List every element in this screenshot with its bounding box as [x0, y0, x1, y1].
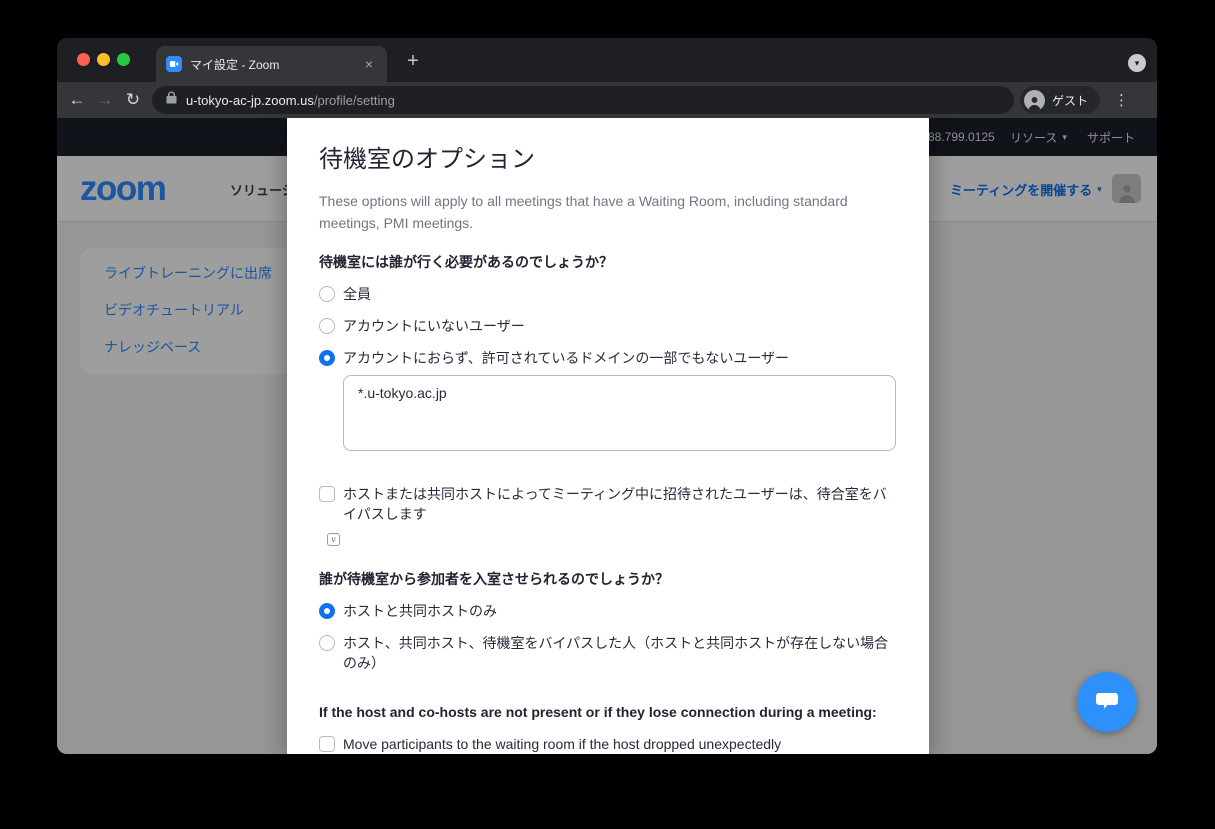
question-host-not-present: If the host and co-hosts are not present…: [319, 702, 896, 722]
broken-image-icon: v: [327, 533, 340, 546]
question-who-goes-to-waiting-room: 待機室には誰が行く必要があるのでしょうか？: [319, 252, 896, 272]
modal-description: These options will apply to all meetings…: [319, 190, 849, 234]
chat-widget-button[interactable]: [1077, 672, 1137, 732]
move-participants-checkbox-row[interactable]: Move participants to the waiting room if…: [319, 734, 896, 754]
url-host: u-tokyo-ac-jp.zoom.us: [186, 93, 314, 108]
chat-bubble-icon: [1093, 686, 1121, 719]
radio-option-users-not-in-allowed-domains[interactable]: アカウントにおらず、許可されているドメインの一部でもないユーザー: [319, 348, 896, 368]
allowed-domains-input[interactable]: *.u-tokyo.ac.jp: [343, 375, 896, 451]
close-window-button[interactable]: [77, 53, 90, 66]
tab-close-icon[interactable]: ×: [361, 55, 377, 73]
waiting-room-options-modal: 待機室のオプション These options will apply to al…: [287, 118, 929, 754]
radio-icon[interactable]: [319, 286, 335, 302]
guest-label: ゲスト: [1052, 92, 1088, 109]
radio-option-host-cohosts-bypassers[interactable]: ホスト、共同ホスト、待機室をバイパスした人（ホストと共同ホストが存在しない場合の…: [319, 633, 896, 673]
guest-avatar-icon: [1024, 90, 1045, 111]
url-path: /profile/setting: [314, 93, 395, 108]
checkbox-icon[interactable]: [319, 736, 335, 752]
radio-icon[interactable]: [319, 635, 335, 651]
browser-toolbar: ← → ↻ u-tokyo-ac-jp.zoom.us/profile/sett…: [57, 82, 1157, 118]
radio-option-users-not-in-account[interactable]: アカウントにいないユーザー: [319, 316, 896, 336]
reload-icon[interactable]: ↻: [119, 90, 147, 110]
radio-icon[interactable]: [319, 318, 335, 334]
browser-tab[interactable]: マイ設定 - Zoom ×: [156, 46, 387, 82]
url-text: u-tokyo-ac-jp.zoom.us/profile/setting: [186, 93, 395, 108]
browser-window: マイ設定 - Zoom × + ▾ ← → ↻ u-tokyo-ac-jp.zo…: [57, 38, 1157, 754]
profile-chip[interactable]: ゲスト: [1020, 86, 1100, 114]
radio-option-host-cohosts-only[interactable]: ホストと共同ホストのみ: [319, 601, 896, 621]
page-viewport: 88.799.0125 リソース▾ サポート zoom ソリューショ ミーティン…: [57, 118, 1157, 754]
checkbox-icon[interactable]: [319, 486, 335, 502]
address-bar[interactable]: u-tokyo-ac-jp.zoom.us/profile/setting: [152, 86, 1014, 114]
question-who-admits-participants: 誰が待機室から参加者を入室させられるのでしょうか？: [319, 569, 896, 589]
tab-strip: マイ設定 - Zoom × + ▾: [57, 38, 1157, 82]
new-tab-button[interactable]: +: [401, 49, 425, 73]
radio-selected-icon[interactable]: [319, 350, 335, 366]
zoom-window-button[interactable]: [117, 53, 130, 66]
lock-icon: [166, 91, 177, 109]
minimize-window-button[interactable]: [97, 53, 110, 66]
forward-icon: →: [91, 90, 119, 110]
back-icon[interactable]: ←: [63, 90, 91, 110]
modal-title: 待機室のオプション: [319, 144, 896, 176]
zoom-favicon-icon: [166, 56, 182, 72]
tab-title: マイ設定 - Zoom: [190, 56, 361, 73]
radio-selected-icon[interactable]: [319, 603, 335, 619]
tab-search-button[interactable]: ▾: [1128, 54, 1146, 72]
browser-menu-icon[interactable]: ⋮: [1114, 91, 1129, 109]
bypass-waiting-room-checkbox-row[interactable]: ホストまたは共同ホストによってミーティング中に招待されたユーザーは、待合室をバイ…: [319, 484, 896, 524]
radio-option-everyone[interactable]: 全員: [319, 284, 896, 304]
